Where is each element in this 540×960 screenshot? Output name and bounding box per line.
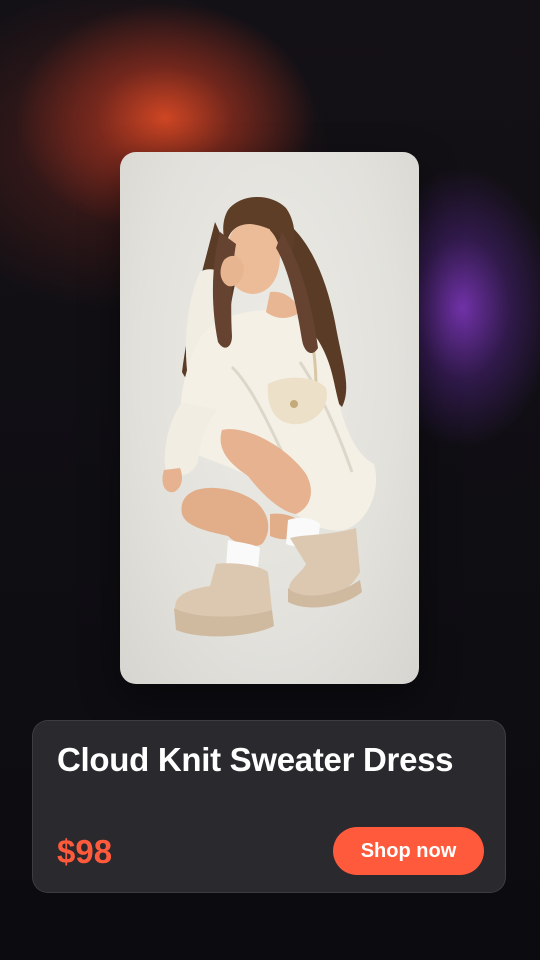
- shop-now-button[interactable]: Shop now: [333, 827, 484, 875]
- product-price: $98: [57, 833, 113, 870]
- product-photo-illustration: [162, 196, 377, 637]
- product-info-panel: Cloud Knit Sweater Dress $98 Shop now: [32, 720, 506, 893]
- product-image[interactable]: [120, 152, 419, 684]
- product-title: Cloud Knit Sweater Dress: [57, 741, 454, 778]
